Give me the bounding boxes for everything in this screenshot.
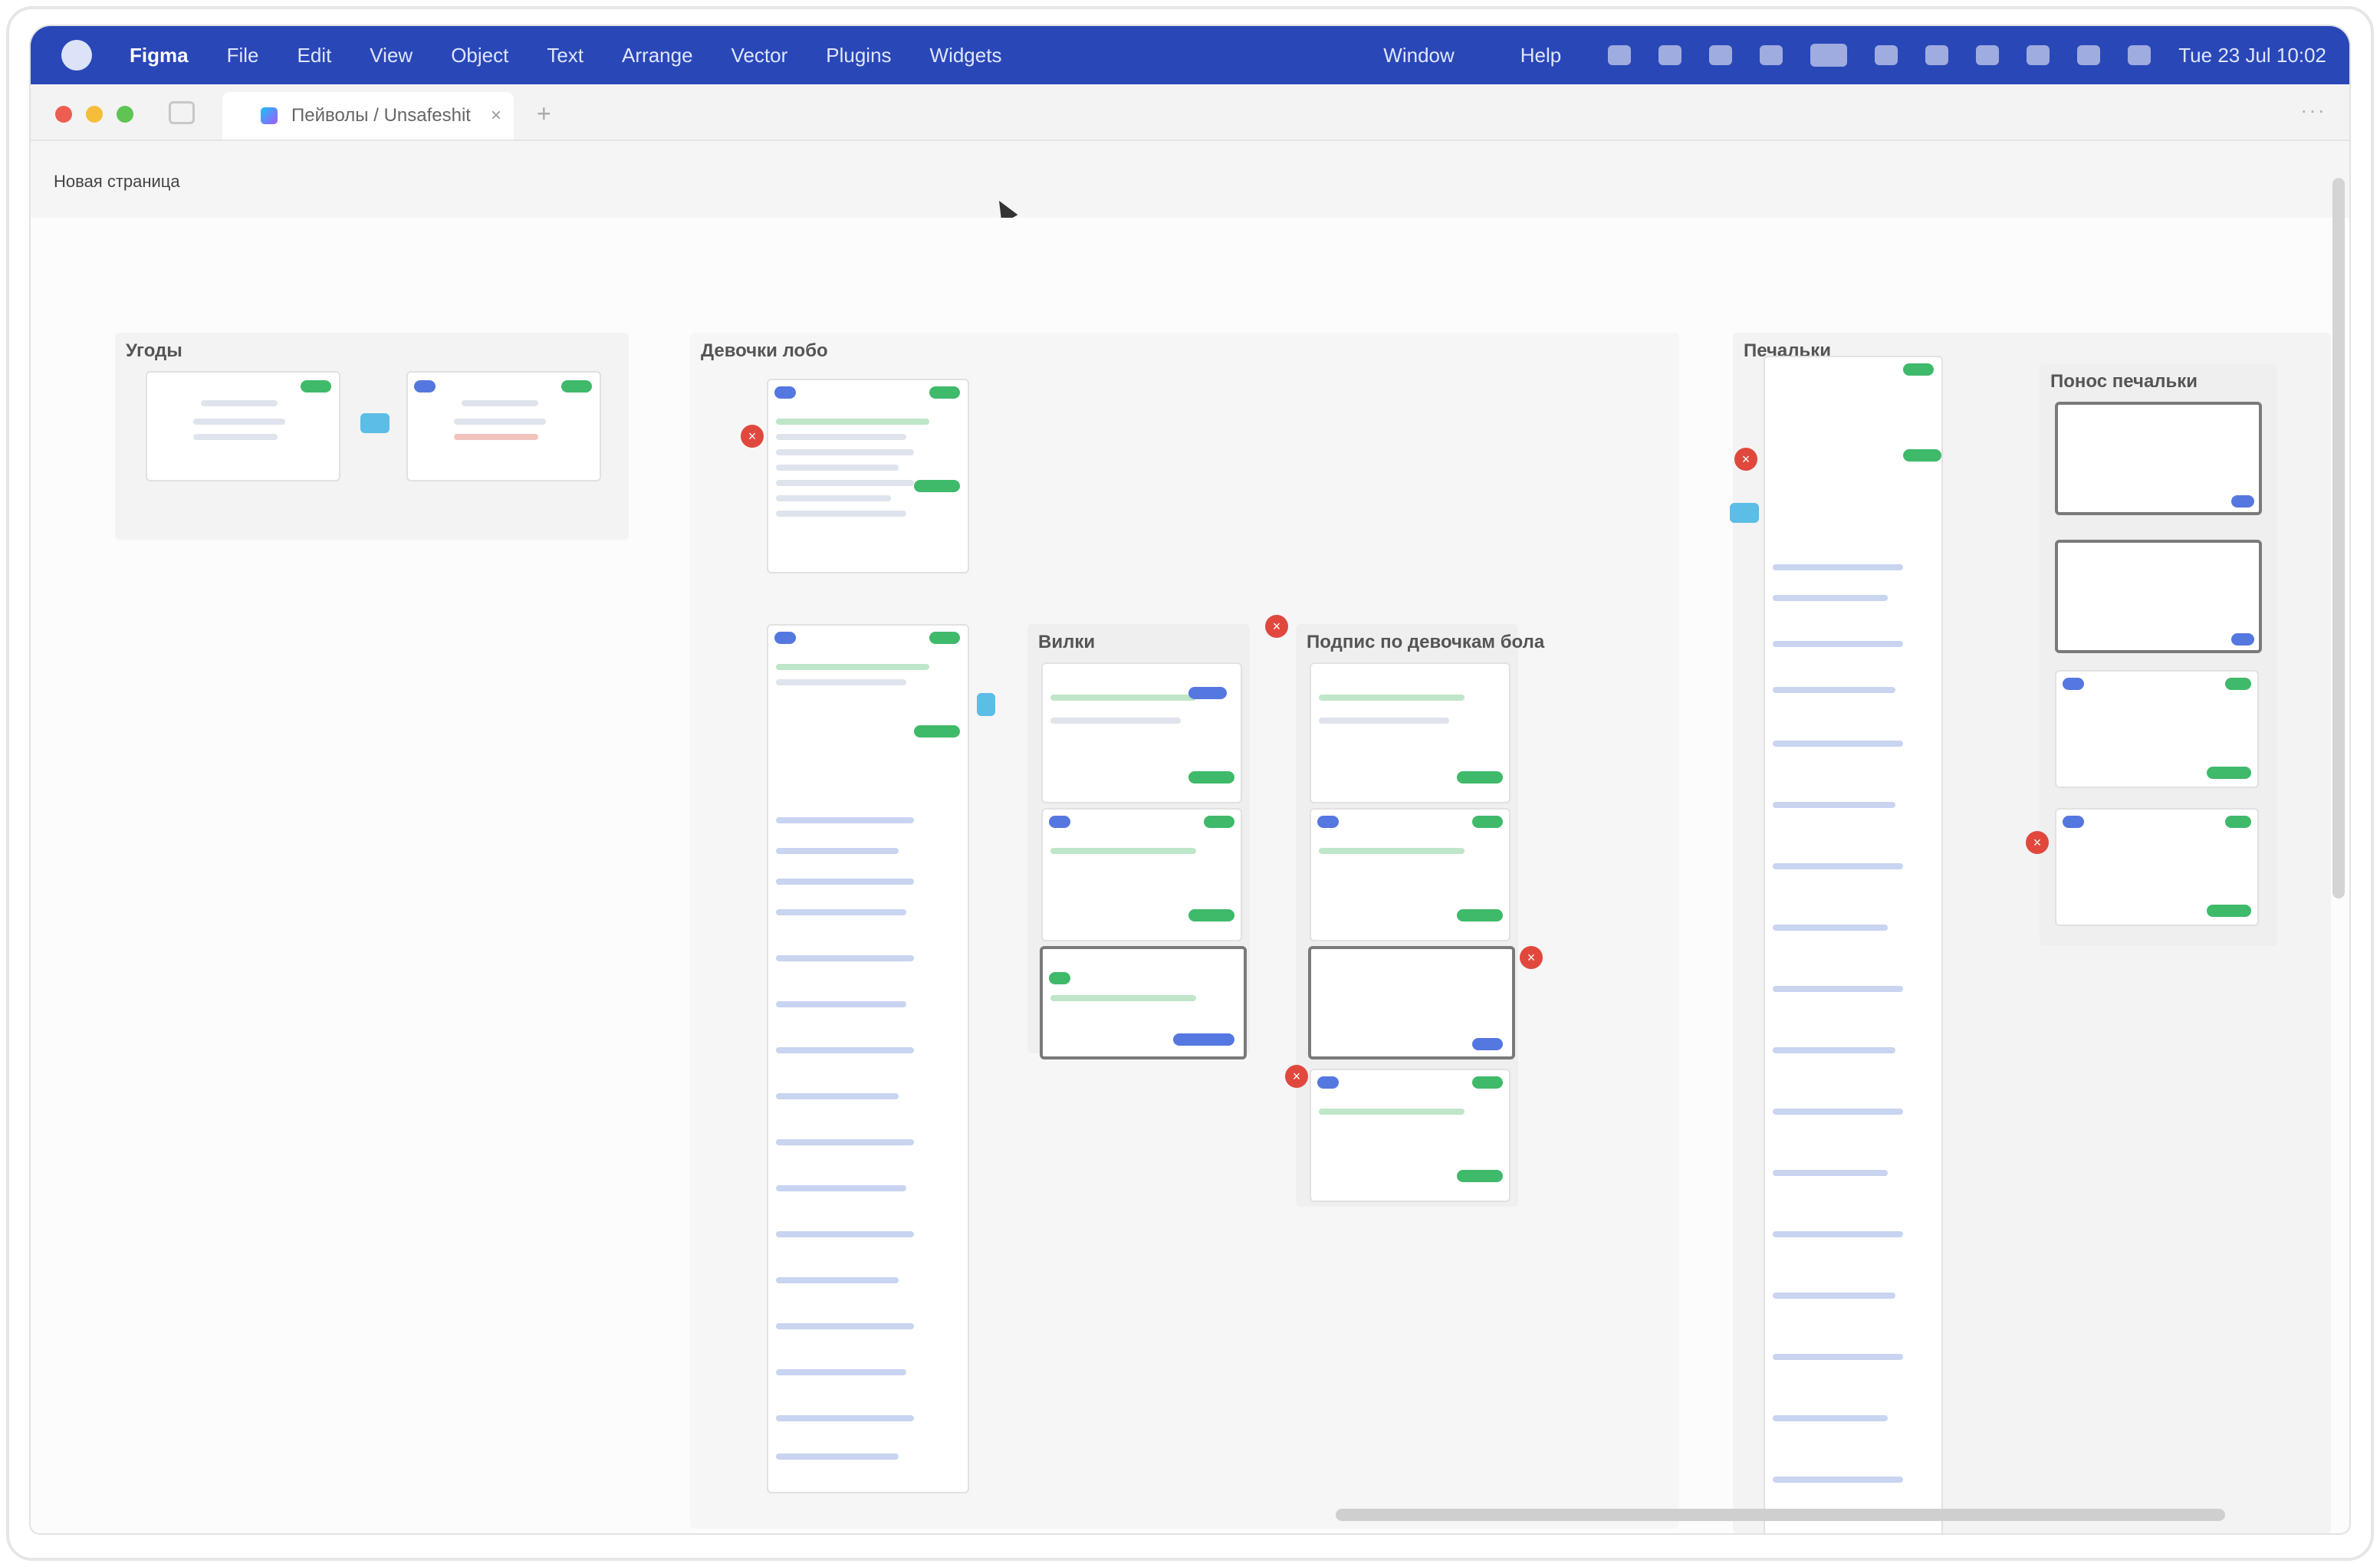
tab-bar: Пейволы / Unsafeshit × + ··· bbox=[31, 84, 2349, 141]
screen-card[interactable] bbox=[1041, 662, 1242, 803]
screen-card[interactable] bbox=[146, 371, 340, 481]
clock-icon[interactable] bbox=[1925, 45, 1949, 65]
menu-vector[interactable]: Vector bbox=[712, 44, 807, 67]
calendar-icon[interactable] bbox=[1760, 45, 1783, 65]
wifi-icon[interactable] bbox=[2027, 45, 2050, 65]
screen-card[interactable] bbox=[2055, 402, 2262, 515]
error-badge[interactable]: × bbox=[2026, 831, 2049, 854]
apple-icon[interactable] bbox=[61, 40, 92, 71]
input-source-icon[interactable] bbox=[1976, 45, 2000, 65]
screen-card[interactable] bbox=[1040, 946, 1247, 1059]
more-icon[interactable]: ··· bbox=[2300, 98, 2326, 123]
menu-text[interactable]: Text bbox=[528, 44, 603, 67]
screen-card[interactable] bbox=[1764, 356, 1943, 1533]
screen-card[interactable] bbox=[767, 624, 969, 1493]
app-window: Figma File Edit View Object Text Arrange… bbox=[31, 26, 2349, 1533]
screen-card[interactable] bbox=[2055, 670, 2259, 788]
siri-icon[interactable] bbox=[2128, 45, 2152, 65]
screen-card[interactable] bbox=[1308, 946, 1515, 1059]
section-frame[interactable]: Девочки лобо × Вилки × Подпис по девочка… bbox=[690, 333, 1679, 1529]
sidebar-toggle-icon[interactable] bbox=[169, 101, 195, 124]
error-badge[interactable]: × bbox=[1520, 946, 1543, 969]
menu-file[interactable]: File bbox=[208, 44, 278, 67]
tab-close-icon[interactable]: × bbox=[491, 105, 501, 126]
section-title: Понос печальки bbox=[2050, 371, 2198, 392]
section-frame[interactable]: Угоды bbox=[115, 333, 629, 540]
new-tab-icon[interactable]: + bbox=[537, 100, 551, 128]
menu-object[interactable]: Object bbox=[432, 44, 528, 67]
menu-view[interactable]: View bbox=[350, 44, 432, 67]
section-title: Подпис по девочкам бола bbox=[1307, 632, 1545, 652]
error-badge[interactable]: × bbox=[1734, 448, 1757, 471]
sub-section-frame[interactable]: Подпис по девочкам бола bbox=[1296, 624, 1544, 1207]
status-area: Window Help Tue 23 Jul 10:02 bbox=[1364, 26, 2326, 84]
design-canvas[interactable]: Угоды Девочки лобо × Вилки × Подпис по д… bbox=[31, 218, 2349, 1533]
grid-icon[interactable] bbox=[1608, 45, 1632, 65]
screen-card[interactable] bbox=[767, 379, 969, 573]
screen-card[interactable] bbox=[1041, 808, 1242, 941]
menu-window[interactable]: Window bbox=[1364, 44, 1473, 67]
connector-arrow-icon bbox=[1730, 503, 1759, 523]
menu-app-name[interactable]: Figma bbox=[110, 44, 208, 67]
section-title: Вилки bbox=[1038, 632, 1096, 652]
menu-plugins[interactable]: Plugins bbox=[807, 44, 910, 67]
menu-arrange[interactable]: Arrange bbox=[603, 44, 712, 67]
menu-edit[interactable]: Edit bbox=[278, 44, 350, 67]
menu-widgets[interactable]: Widgets bbox=[911, 44, 1021, 67]
bluetooth-icon[interactable] bbox=[1875, 45, 1898, 65]
menu-items: Figma File Edit View Object Text Arrange… bbox=[110, 44, 1021, 67]
lock-icon[interactable] bbox=[2077, 45, 2101, 65]
section-frame[interactable]: Печальки × Понос печальки × bbox=[1730, 333, 2331, 1533]
error-badge[interactable]: × bbox=[1265, 615, 1288, 638]
vertical-scrollbar[interactable] bbox=[2332, 178, 2345, 898]
sub-section-frame[interactable]: Вилки bbox=[1027, 624, 1250, 1059]
screen-card[interactable] bbox=[1310, 662, 1511, 803]
screen-card[interactable] bbox=[2055, 808, 2259, 926]
screen-card[interactable] bbox=[1310, 1069, 1511, 1202]
page-title[interactable]: Новая страница bbox=[54, 172, 180, 192]
menu-bar: Figma File Edit View Object Text Arrange… bbox=[31, 26, 2349, 84]
menubar-clock[interactable]: Tue 23 Jul 10:02 bbox=[2178, 44, 2326, 67]
tab-title: Пейволы / Unsafeshit bbox=[291, 105, 471, 126]
error-badge[interactable]: × bbox=[741, 425, 764, 448]
sub-section-frame[interactable]: Понос печальки bbox=[2040, 363, 2277, 946]
document-tab[interactable]: Пейволы / Unsafeshit × bbox=[222, 92, 514, 140]
connector-arrow-icon bbox=[360, 413, 390, 433]
zoom-window-button[interactable] bbox=[117, 106, 133, 123]
horizontal-scrollbar[interactable] bbox=[1336, 1509, 2225, 1521]
battery-icon[interactable] bbox=[1810, 44, 1848, 67]
screen-card[interactable] bbox=[1310, 808, 1511, 941]
minimize-window-button[interactable] bbox=[86, 106, 103, 123]
connector-arrow-icon bbox=[977, 693, 995, 716]
section-title: Девочки лобо bbox=[701, 340, 828, 361]
menu-help[interactable]: Help bbox=[1501, 44, 1580, 67]
screen-card[interactable] bbox=[2055, 540, 2262, 653]
screen-card[interactable] bbox=[406, 371, 601, 481]
error-badge[interactable]: × bbox=[1285, 1065, 1308, 1088]
pen-icon[interactable] bbox=[1658, 45, 1682, 65]
figma-file-icon bbox=[261, 107, 278, 124]
section-title: Угоды bbox=[126, 340, 182, 361]
layers-icon[interactable] bbox=[1709, 45, 1733, 65]
close-window-button[interactable] bbox=[55, 106, 72, 123]
